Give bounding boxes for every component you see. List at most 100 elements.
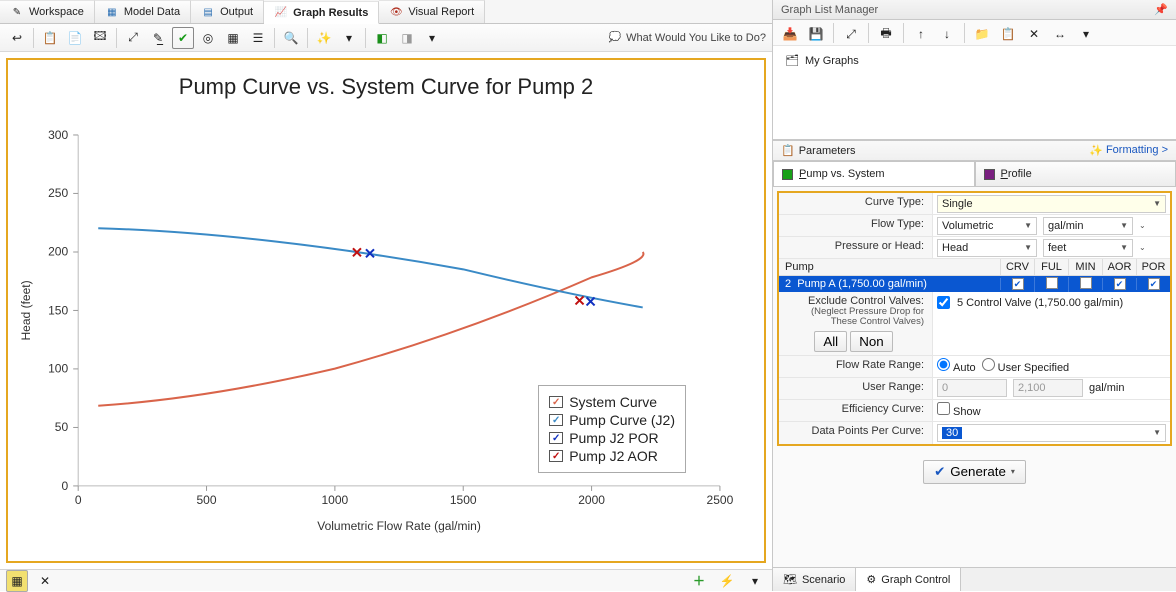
dropdown-icon[interactable]: ▾	[338, 27, 360, 49]
tab-output[interactable]: ▤ Output	[191, 0, 264, 23]
chevron-down-icon[interactable]: ⌄	[1139, 221, 1146, 230]
chart-toolbar: ↩ 📋 📄 🖾 ⤢ ✎̲ ✔ ◎ ▦ ☰ 🔍 ✨ ▾ ◧ ◨ ▾ 💭 What …	[0, 24, 772, 52]
pump-grid-header: Pump CRV FUL MIN AOR POR	[779, 259, 1170, 276]
exclude-item[interactable]: 5 Control Valve (1,750.00 gal/min)	[937, 296, 1123, 309]
lightning-icon[interactable]: ⚡	[716, 570, 738, 592]
svg-text:2500: 2500	[707, 493, 734, 507]
check-icon[interactable]: ✔	[172, 27, 194, 49]
dropdown2-icon[interactable]: ▾	[421, 27, 443, 49]
delete-icon[interactable]: ✕	[1023, 23, 1045, 45]
legend-item: Pump J2 POR	[569, 430, 658, 446]
svg-text:300: 300	[48, 128, 68, 142]
paste-icon[interactable]: 📄	[64, 27, 86, 49]
chart-icon: 📈	[274, 6, 288, 20]
flow-unit-combo[interactable]: gal/min▼	[1043, 217, 1133, 235]
tab-visual-report[interactable]: 👁 Visual Report	[379, 0, 485, 23]
add-series-icon[interactable]: ◧	[371, 27, 393, 49]
expand-icon[interactable]: ⤢	[840, 23, 862, 45]
edit-series-icon[interactable]: ◨	[396, 27, 418, 49]
formatting-link[interactable]: ✨ Formatting >	[1089, 144, 1168, 157]
range-lo-input[interactable]	[937, 379, 1007, 397]
params-body: Curve Type: Single▼ Flow Type: Volumetri…	[777, 191, 1172, 446]
close-tab-icon[interactable]: ✕	[34, 570, 56, 592]
chart-svg[interactable]: 0 50 100 150 200 250 300 0	[8, 104, 750, 557]
pump-row[interactable]: 2 Pump A (1,750.00 gal/min)	[779, 276, 1170, 292]
glm-tree[interactable]: 🗂 My Graphs	[773, 46, 1176, 140]
tab-graph-results[interactable]: 📈 Graph Results	[264, 1, 379, 24]
down-icon[interactable]: ↓	[936, 23, 958, 45]
legend-icon[interactable]: ☰	[247, 27, 269, 49]
params-header: 📋 Parameters ✨ Formatting >	[773, 140, 1176, 161]
chart-tab-icon[interactable]: ▦	[6, 570, 28, 592]
up-icon[interactable]: ↑	[910, 23, 932, 45]
right-bottom-tabs: 🗺 Scenario ⚙ Graph Control	[773, 567, 1176, 591]
legend[interactable]: ✓System Curve ✓Pump Curve (J2) ✓Pump J2 …	[538, 385, 686, 473]
save-icon[interactable]: 💾	[805, 23, 827, 45]
exclude-item-check[interactable]	[937, 296, 950, 309]
back-icon[interactable]: ↩	[6, 27, 28, 49]
tree-folder-icon: 🗂	[785, 54, 799, 67]
eff-show[interactable]: Show	[937, 402, 981, 418]
cursor-icon[interactable]: ⤢	[122, 27, 144, 49]
press-combo[interactable]: Head▼	[937, 239, 1037, 257]
chk-crv[interactable]	[1012, 278, 1024, 290]
curve-type-combo[interactable]: Single▼	[937, 195, 1166, 213]
press-unit-combo[interactable]: feet▼	[1043, 239, 1133, 257]
btab-graph-control[interactable]: ⚙ Graph Control	[856, 568, 961, 591]
add-icon[interactable]: ＋	[688, 570, 710, 592]
move-icon[interactable]: ↔	[1049, 23, 1071, 45]
range-user[interactable]: User Specified	[982, 358, 1070, 374]
tab-profile[interactable]: Profile	[975, 161, 1176, 186]
btab-scenario[interactable]: 🗺 Scenario	[773, 568, 856, 591]
copy-icon[interactable]: 📋	[39, 27, 61, 49]
chk-ful[interactable]	[1046, 277, 1058, 289]
zoom-icon[interactable]: 🔍	[280, 27, 302, 49]
params-icon: 📋	[781, 144, 795, 157]
dropdown-icon[interactable]: ▾	[1075, 23, 1097, 45]
chk-por[interactable]	[1148, 278, 1160, 290]
tab-pump-vs-system[interactable]: Pump vs. System	[773, 161, 975, 186]
help-link[interactable]: 💭 What Would You Like to Do?	[608, 31, 766, 45]
dropdown-icon[interactable]: ▾	[744, 570, 766, 592]
svg-text:150: 150	[48, 303, 68, 317]
glm-root-item[interactable]: 🗂 My Graphs	[785, 54, 1164, 67]
non-button[interactable]: Non	[850, 331, 892, 352]
curve-type-label: Curve Type:	[779, 193, 933, 214]
svg-text:250: 250	[48, 186, 68, 200]
range-auto[interactable]: Auto	[937, 358, 976, 374]
svg-text:1000: 1000	[322, 493, 349, 507]
chart-wrap: Pump Curve vs. System Curve for Pump 2 0…	[0, 52, 772, 569]
svg-text:50: 50	[55, 420, 69, 434]
generate-button[interactable]: ✔ Generate ▾	[923, 460, 1026, 484]
chk-min[interactable]	[1080, 277, 1092, 289]
tab-workspace[interactable]: ✎ Workspace	[0, 0, 95, 23]
tab-pvs-label: ump vs. System	[806, 168, 884, 180]
dppc-combo[interactable]: 30▼	[937, 424, 1166, 442]
svg-text:Head (feet): Head (feet)	[19, 280, 33, 340]
svg-text:Volumetric Flow Rate (gal/min): Volumetric Flow Rate (gal/min)	[317, 519, 481, 533]
save-image-icon[interactable]: 🖾	[89, 27, 111, 49]
folder-icon[interactable]: 📁	[971, 23, 993, 45]
eye-icon: 👁	[389, 5, 403, 19]
load-icon[interactable]: 📥	[779, 23, 801, 45]
chart-panel[interactable]: Pump Curve vs. System Curve for Pump 2 0…	[6, 58, 766, 563]
flow-type-combo[interactable]: Volumetric▼	[937, 217, 1037, 235]
svg-text:100: 100	[48, 362, 68, 376]
wand-icon[interactable]: ✨	[313, 27, 335, 49]
legend-item: Pump Curve (J2)	[569, 412, 675, 428]
output-icon: ▤	[201, 5, 215, 19]
print-icon[interactable]: 🖶	[875, 23, 897, 45]
grid-icon[interactable]: ▦	[222, 27, 244, 49]
tab-model-data[interactable]: ▦ Model Data	[95, 0, 191, 23]
target-icon[interactable]: ◎	[197, 27, 219, 49]
annotate-icon[interactable]: ✎̲	[147, 27, 169, 49]
gear-icon: ⚙	[866, 573, 876, 586]
check-icon: ✔	[934, 464, 945, 480]
range-hi-input[interactable]	[1013, 379, 1083, 397]
legend-item: System Curve	[569, 394, 657, 410]
all-button[interactable]: All	[814, 331, 847, 352]
chevron-down-icon[interactable]: ⌄	[1139, 243, 1146, 252]
copy-icon[interactable]: 📋	[997, 23, 1019, 45]
chk-aor[interactable]	[1114, 278, 1126, 290]
pin-icon[interactable]: 📌	[1154, 3, 1168, 16]
